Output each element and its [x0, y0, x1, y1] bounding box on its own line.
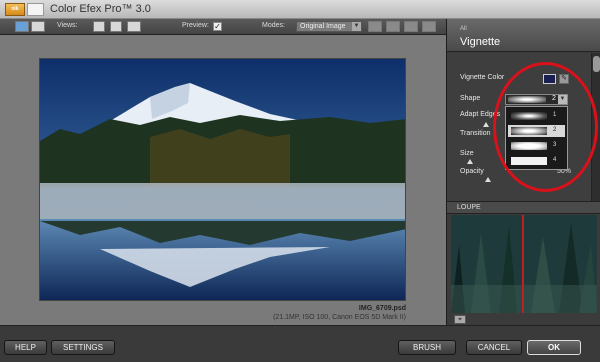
app-logo-icon: nik	[5, 3, 25, 16]
filter-title: Vignette	[460, 36, 501, 48]
image-filename: IMG_6709.psd	[358, 305, 406, 312]
loupe-title: LOUPE	[457, 204, 481, 211]
scrollbar-thumb[interactable]	[593, 56, 600, 72]
adapt-edges-label: Adapt Edges	[460, 111, 501, 118]
chevron-down-icon: ▼	[558, 95, 567, 104]
hand-tool-icon[interactable]	[404, 21, 418, 32]
loupe-header[interactable]: LOUPE	[447, 201, 600, 214]
brush-button[interactable]: BRUSH	[398, 340, 456, 355]
zoom-tool-icon[interactable]	[386, 21, 400, 32]
shape-select-value: 2	[552, 95, 556, 102]
shape-option-label: 3	[553, 142, 557, 148]
shape-option-preview	[511, 112, 547, 120]
image-metadata: (21.1MP, ISO 100, Canon EOS 5D Mark II)	[273, 314, 406, 321]
pin-icon[interactable]: ⌖	[454, 315, 466, 324]
pointer-tool-icon[interactable]	[368, 21, 382, 32]
chevron-down-icon: ▼	[352, 22, 361, 31]
transition-label: Transition	[460, 130, 491, 137]
preview-photo[interactable]	[39, 58, 406, 301]
shape-option-preview	[511, 157, 547, 165]
view-full-button[interactable]	[93, 21, 105, 32]
shape-select[interactable]: 2 ▼	[505, 94, 568, 105]
eyedropper-icon[interactable]: ✎	[559, 74, 569, 84]
app-logo-text: nik	[11, 6, 19, 12]
shape-option-preview	[511, 142, 547, 150]
size-label: Size	[460, 150, 474, 157]
adapt-edges-slider-handle[interactable]	[483, 122, 489, 127]
vignette-color-swatch[interactable]	[543, 74, 556, 84]
shape-option-label: 4	[553, 157, 557, 163]
mode-select[interactable]: Original Image ▼	[296, 21, 362, 32]
breadcrumb[interactable]: All	[460, 26, 467, 32]
landscape-photo	[40, 59, 405, 300]
preview-toolbar: Views: Preview: ✓ Modes: Original Image …	[0, 19, 446, 35]
views-label: Views:	[57, 22, 78, 29]
cancel-button[interactable]: CANCEL	[466, 340, 522, 355]
size-slider-handle[interactable]	[467, 159, 473, 164]
shape-dropdown[interactable]: 1 2 3 4	[505, 106, 568, 170]
opacity-label: Opacity	[460, 168, 484, 175]
shape-option-label: 2	[553, 127, 557, 133]
opacity-slider-handle[interactable]	[485, 177, 491, 182]
view-side-by-side-button[interactable]	[127, 21, 141, 32]
preview-checkbox[interactable]: ✓	[213, 22, 222, 31]
bottom-bar: HELP SETTINGS BRUSH CANCEL OK	[0, 325, 600, 362]
filter-header: All Vignette	[447, 19, 600, 52]
vignette-color-label: Vignette Color	[460, 74, 505, 81]
upload-tool-icon[interactable]	[422, 21, 436, 32]
color-efex-window: nik Color Efex Pro™ 3.0 Views: Preview: …	[0, 0, 600, 362]
shape-option-preview	[511, 127, 547, 135]
loupe-image	[451, 215, 597, 313]
window-title: Color Efex Pro™ 3.0	[50, 3, 151, 15]
shape-preview	[508, 96, 546, 103]
filter-panel: All Vignette Vignette Color Shape Adapt …	[446, 19, 600, 325]
shape-label: Shape	[460, 95, 481, 102]
app-secondary-icon	[27, 3, 44, 16]
preview-canvas[interactable]: IMG_6709.psd (21.1MP, ISO 100, Canon EOS…	[0, 35, 446, 325]
settings-button[interactable]: SETTINGS	[51, 340, 115, 355]
loupe-view[interactable]	[451, 215, 597, 313]
modes-label: Modes:	[262, 22, 285, 29]
preview-label: Preview:	[182, 22, 209, 29]
help-button[interactable]: HELP	[4, 340, 47, 355]
shape-option-label: 1	[553, 112, 557, 118]
title-bar: nik Color Efex Pro™ 3.0	[0, 0, 600, 19]
panel-scrollbar[interactable]	[591, 53, 600, 201]
shape-option[interactable]: 1	[508, 110, 565, 122]
shape-option-selected[interactable]: 2	[508, 125, 565, 137]
mode-select-value: Original Image	[300, 23, 346, 30]
single-view-icon[interactable]	[15, 21, 29, 32]
shape-option[interactable]: 3	[508, 140, 565, 152]
shape-option[interactable]: 4	[508, 155, 565, 167]
compare-view-icon[interactable]	[31, 21, 45, 32]
view-split-button[interactable]	[110, 21, 122, 32]
ok-button[interactable]: OK	[527, 340, 581, 355]
